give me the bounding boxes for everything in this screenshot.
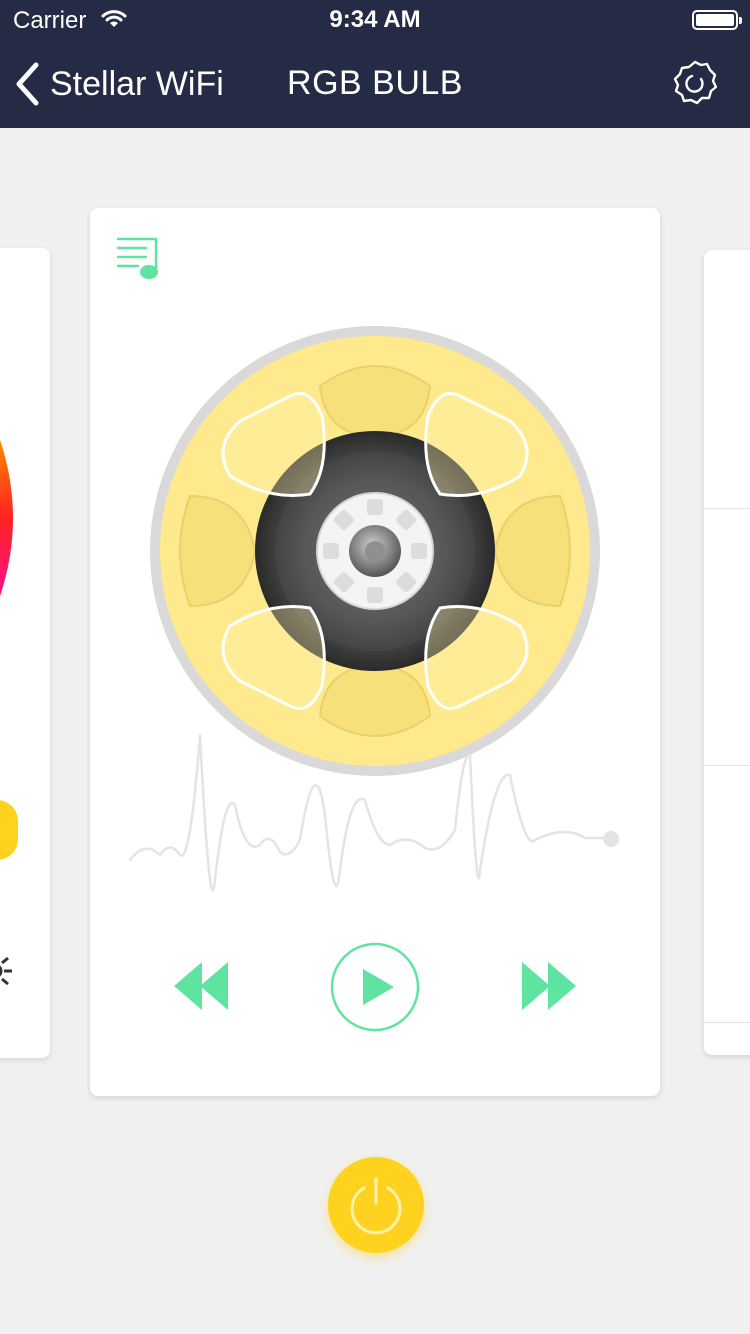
power-button[interactable] <box>328 1157 424 1253</box>
audio-waveform <box>128 733 619 892</box>
color-wheel <box>0 439 13 597</box>
playlist-music-icon[interactable] <box>116 234 164 282</box>
brightness-icon <box>0 956 12 986</box>
power-icon <box>350 1177 402 1235</box>
status-bar: Carrier 9:34 AM <box>0 0 750 40</box>
back-label: Stellar WiFi <box>50 64 224 103</box>
reel-disc-icon <box>150 326 600 776</box>
navigation-bar: Carrier 9:34 AM Stellar WiFi RGB BULB <box>0 0 750 128</box>
rewind-icon[interactable] <box>172 960 230 1012</box>
play-icon[interactable] <box>330 942 420 1032</box>
gear-icon[interactable] <box>670 58 720 108</box>
battery-icon <box>692 10 742 30</box>
fast-forward-icon[interactable] <box>520 960 578 1012</box>
status-time: 9:34 AM <box>329 6 421 33</box>
scene-list-card[interactable] <box>704 250 750 1055</box>
back-button[interactable]: Stellar WiFi <box>14 58 224 110</box>
chevron-left-icon <box>16 62 39 106</box>
color-wheel-card[interactable] <box>0 248 50 1058</box>
